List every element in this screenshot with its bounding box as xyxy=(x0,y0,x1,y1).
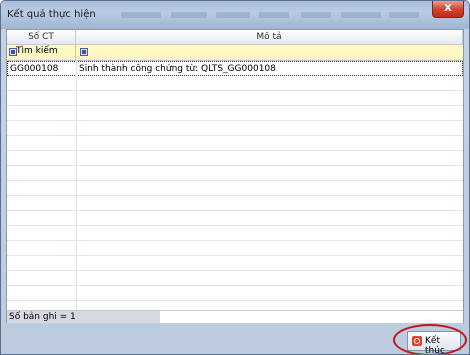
background-blur xyxy=(216,12,250,18)
cell-so-ct: GG000108 xyxy=(8,62,77,77)
column-divider xyxy=(76,60,77,310)
column-header-mo-ta[interactable]: Mô tả xyxy=(76,30,463,45)
filter-cell-mo-ta[interactable] xyxy=(76,45,463,60)
close-button[interactable]: X xyxy=(432,1,464,18)
background-blur xyxy=(389,12,419,18)
record-count: Số bản ghi = 1 xyxy=(7,311,160,323)
search-label: Tìm kiếm xyxy=(16,46,58,56)
finish-icon xyxy=(412,336,422,346)
finish-button[interactable]: Kết thúc xyxy=(407,331,461,354)
filter-row: Tìm kiếm xyxy=(7,45,463,61)
filter-cell-so-ct[interactable]: Tìm kiếm xyxy=(7,45,76,60)
cell-mo-ta: Sinh thành công chứng từ: QLTS_GG000108 xyxy=(79,64,276,74)
grid-footer: Số bản ghi = 1 xyxy=(7,310,463,323)
finish-label: Kết thúc xyxy=(425,336,445,355)
background-blur xyxy=(301,12,331,18)
background-blur xyxy=(341,12,381,18)
results-grid: Số CT Mô tả Tìm kiếm GG000108 Sinh thành… xyxy=(6,29,464,323)
background-blur xyxy=(171,12,207,18)
close-icon[interactable]: X xyxy=(444,3,452,14)
filter-icon[interactable] xyxy=(80,48,88,56)
window-title: Kết quả thực hiện xyxy=(7,9,96,20)
background-blur xyxy=(259,12,289,18)
result-dialog: Kết quả thực hiện X Số CT Mô tả Tìm kiếm… xyxy=(0,0,470,355)
background-blur xyxy=(121,12,161,18)
column-header-so-ct[interactable]: Số CT xyxy=(7,30,76,45)
title-bar[interactable]: Kết quả thực hiện X xyxy=(1,1,469,29)
